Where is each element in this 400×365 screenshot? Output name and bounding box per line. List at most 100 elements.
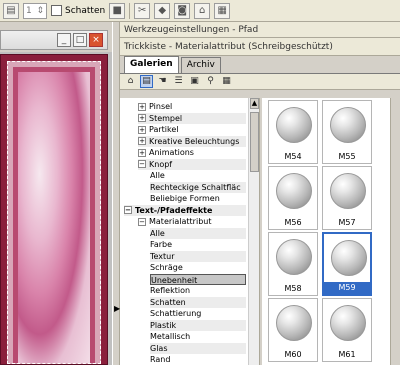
tree-item[interactable]: − Knopf: [138, 158, 246, 170]
panel-icon[interactable]: ▦: [214, 2, 231, 19]
material-thumbnail[interactable]: M58: [268, 232, 318, 296]
materials-title: Trickkiste - Materialattribut (Schreibge…: [120, 38, 400, 56]
material-sphere-icon: [331, 240, 367, 276]
thumbnail-label: M56: [269, 217, 317, 229]
expand-icon[interactable]: +: [138, 125, 146, 134]
image-window: _ □ ×: [0, 22, 112, 365]
material-thumbnail[interactable]: M54: [268, 100, 318, 164]
tree-item[interactable]: Schräge: [150, 262, 246, 273]
tree-item-label: Animations: [149, 148, 194, 157]
tree-item[interactable]: − Materialattribut: [138, 216, 246, 227]
collapse-icon[interactable]: −: [138, 160, 146, 168]
tree-item-label: Alle: [150, 171, 165, 180]
tree-scrollbar[interactable]: ▲: [248, 98, 259, 365]
tree-item[interactable]: + Pinsel: [138, 101, 246, 112]
material-sphere-icon: [276, 107, 312, 143]
tree-item[interactable]: − Text-/Pfadeffekte: [124, 204, 246, 216]
tree-item-label: Metallisch: [150, 332, 191, 341]
right-panel: Werkzeugeinstellungen - Pfad Trickkiste …: [120, 22, 400, 365]
tree-item[interactable]: Alle: [150, 227, 246, 239]
tree-item[interactable]: Schattierung: [150, 308, 246, 319]
expand-icon[interactable]: +: [138, 148, 146, 157]
thumbnail-scrollbar[interactable]: [390, 98, 400, 365]
material-thumbnail[interactable]: M56: [268, 166, 318, 230]
camera-icon[interactable]: ◙: [174, 2, 191, 19]
image-canvas[interactable]: [0, 52, 112, 365]
close-button[interactable]: ×: [89, 33, 103, 47]
tree-item-label: Stempel: [149, 113, 183, 123]
square-icon[interactable]: ■: [109, 2, 126, 19]
tree-item[interactable]: Plastik: [150, 319, 246, 331]
tool-settings-title[interactable]: Werkzeugeinstellungen - Pfad: [120, 22, 400, 38]
material-thumbnail[interactable]: M57: [322, 166, 372, 230]
tab-galerien[interactable]: Galerien: [124, 56, 179, 73]
material-thumbnail[interactable]: M59: [322, 232, 372, 296]
image-icon[interactable]: ▣: [188, 75, 201, 88]
material-sphere-icon: [330, 107, 366, 143]
maximize-button[interactable]: □: [73, 33, 87, 47]
tree-item-label: Plastik: [150, 320, 177, 330]
scroll-thumb[interactable]: [250, 112, 259, 172]
home-icon[interactable]: ⌂: [124, 75, 137, 88]
expand-icon[interactable]: +: [138, 102, 146, 111]
expand-icon[interactable]: +: [138, 137, 146, 145]
tree-item[interactable]: Alle: [150, 170, 246, 181]
tree-item[interactable]: + Animations: [138, 147, 246, 158]
tree-item-label: Beliebige Formen: [150, 194, 220, 203]
grid-icon[interactable]: ▦: [220, 75, 233, 88]
material-thumbnail[interactable]: M61: [322, 298, 372, 362]
checkbox-box[interactable]: [51, 5, 62, 16]
material-sphere-icon: [330, 305, 366, 341]
material-thumbnail[interactable]: M60: [268, 298, 318, 362]
tree-item[interactable]: Textur: [150, 250, 246, 262]
hand-icon[interactable]: ☚: [156, 75, 169, 88]
material-thumbnail[interactable]: M55: [322, 100, 372, 164]
search-icon[interactable]: ⚲: [204, 75, 217, 88]
tree-item-label: Kreative Beleuchtungs: [149, 136, 240, 146]
tree-item-label: Textur: [150, 251, 175, 261]
tab-archiv[interactable]: Archiv: [180, 57, 221, 73]
minimize-button[interactable]: _: [57, 33, 71, 47]
tree-item[interactable]: Rechteckige Schaltfläc: [150, 181, 246, 193]
list-icon[interactable]: ☰: [172, 75, 185, 88]
home-icon[interactable]: ⌂: [194, 2, 211, 19]
tree-item[interactable]: Glas: [150, 342, 246, 354]
tree-item-label: Unebenheit: [151, 275, 198, 285]
scroll-up-icon[interactable]: ▲: [250, 98, 259, 109]
tree-item[interactable]: Metallisch: [150, 331, 246, 342]
tree-item-label: Schattierung: [150, 309, 202, 318]
tree-item-label: Schatten: [150, 297, 186, 307]
tree-item[interactable]: Unebenheit: [150, 273, 246, 285]
tree-item-label: Reflektion: [150, 286, 191, 295]
tree-item[interactable]: + Kreative Beleuchtungs: [138, 135, 246, 147]
tree-item-label: Knopf: [149, 159, 173, 169]
tree-item[interactable]: Schatten: [150, 296, 246, 308]
tree-item-label: Text-/Pfadeffekte: [135, 205, 213, 215]
material-sphere-icon: [330, 173, 366, 209]
tree-item[interactable]: + Partikel: [138, 124, 246, 135]
size-spinner-value: 1: [26, 5, 32, 16]
top-toolbar: ▤ 1 ⇕ Schatten ■ ✂ ◆ ◙ ⌂ ▦: [0, 0, 400, 22]
thumbnail-label: M57: [323, 217, 371, 229]
shadow-checkbox[interactable]: Schatten: [51, 5, 105, 16]
collapse-icon[interactable]: −: [124, 206, 132, 214]
thumbnail-label: M58: [269, 283, 317, 295]
node-tool-icon[interactable]: ◆: [154, 2, 171, 19]
tree-item[interactable]: Farbe: [150, 239, 246, 250]
material-sphere-icon: [276, 173, 312, 209]
toolbar-separator: [129, 2, 131, 19]
tree-item[interactable]: + Stempel: [138, 112, 246, 124]
options-button[interactable]: ▤: [3, 2, 19, 19]
tree-item-label: Pinsel: [149, 102, 173, 111]
tree-view-icon[interactable]: ▤: [140, 75, 153, 88]
tree-item[interactable]: Beliebige Formen: [150, 193, 246, 204]
tree-item[interactable]: Rand: [150, 354, 246, 365]
path-tool-icon[interactable]: ✂: [134, 2, 151, 19]
tree-item[interactable]: Reflektion: [150, 285, 246, 296]
panel-splitter[interactable]: ▶: [112, 22, 120, 365]
app-window: ▤ 1 ⇕ Schatten ■ ✂ ◆ ◙ ⌂ ▦ _ □ × ▶ Werkz…: [0, 0, 400, 365]
expand-icon[interactable]: +: [138, 114, 146, 122]
size-spinner[interactable]: 1 ⇕: [23, 2, 47, 19]
collapse-icon[interactable]: −: [138, 217, 146, 226]
image-frame: [0, 54, 108, 365]
